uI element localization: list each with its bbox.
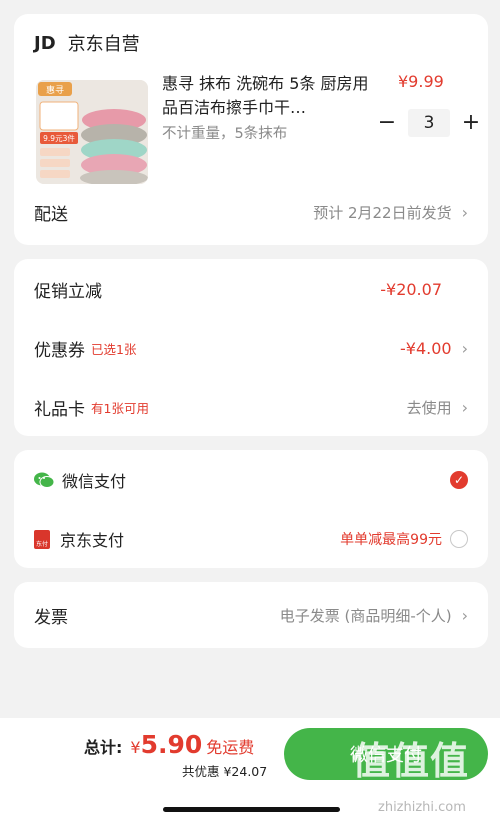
product-price: ¥9.99: [398, 72, 444, 91]
total-line: 总计: ¥ 5.90 免运费: [84, 730, 254, 759]
invoice-row[interactable]: 发票 电子发票 (商品明细-个人) ›: [34, 603, 468, 628]
selected-check-icon[interactable]: ✓: [450, 471, 468, 489]
quantity-input[interactable]: 3: [408, 109, 450, 137]
product-title[interactable]: 惠寻 抹布 洗碗布 5条 厨房用品百洁布擦手巾干…: [162, 72, 370, 120]
invoice-label: 发票: [34, 608, 68, 628]
total-saved: 共优惠 ¥24.07: [182, 764, 268, 779]
chevron-right-icon: ›: [461, 398, 468, 417]
jd-pay-option[interactable]: 东付 京东支付 单单减最高99元: [34, 527, 468, 551]
jd-logo: JD: [34, 32, 56, 54]
towel-stack-image: 惠寻 9.9元3件: [36, 80, 148, 184]
giftcard-label: 礼品卡: [34, 400, 85, 420]
product-spec[interactable]: 不计重量，5条抹布: [162, 122, 287, 143]
delivery-row[interactable]: 配送 预计 2月22日前发货 ›: [34, 200, 468, 225]
promo-discount-row: 促销立减 -¥20.07: [34, 277, 468, 302]
wechat-icon: [34, 472, 54, 488]
chevron-right-icon: ›: [461, 606, 468, 625]
jd-pay-icon: 东付: [34, 529, 50, 549]
image-brand-text: 惠寻: [46, 84, 64, 96]
total-currency: ¥: [130, 738, 141, 757]
wechat-pay-option[interactable]: 微信支付 ✓: [34, 468, 468, 492]
total-label: 总计:: [84, 738, 123, 757]
promo-discount-value: -¥20.07: [380, 280, 442, 299]
coupon-tag: 已选1张: [91, 342, 137, 357]
coupon-label: 优惠券: [34, 341, 85, 361]
wechat-pay-label: 微信支付: [62, 472, 127, 491]
store-header[interactable]: JD 京东自营: [34, 30, 468, 56]
discounts-card: 促销立减 -¥20.07 优惠券 已选1张 -¥4.00 › 礼品卡 有1张可用…: [14, 259, 488, 436]
promo-discount-label: 促销立减: [34, 282, 102, 302]
delivery-label: 配送: [34, 205, 68, 225]
giftcard-row[interactable]: 礼品卡 有1张可用 去使用 ›: [34, 395, 468, 420]
payment-card: 微信支付 ✓ 东付 京东支付 单单减最高99元: [14, 450, 488, 568]
chevron-right-icon: ›: [461, 203, 468, 222]
checkout-bar: 总计: ¥ 5.90 免运费 共优惠 ¥24.07 微信支付 值值值 zhizh…: [0, 718, 500, 823]
quantity-minus-button[interactable]: −: [376, 112, 398, 134]
invoice-value: 电子发票 (商品明细-个人): [279, 607, 452, 625]
giftcard-tag: 有1张可用: [91, 401, 149, 416]
coupon-row[interactable]: 优惠券 已选1张 -¥4.00 ›: [34, 336, 468, 361]
delivery-value: 预计 2月22日前发货: [313, 204, 452, 222]
shipping-label: 免运费: [206, 738, 255, 757]
product-image[interactable]: 惠寻 9.9元3件: [36, 80, 148, 184]
jd-pay-icon-text: 东付: [35, 540, 48, 548]
image-promo-text: 9.9元3件: [43, 133, 75, 143]
giftcard-value: 去使用: [406, 399, 452, 417]
home-indicator: [163, 807, 340, 812]
total-amount: 5.90: [140, 730, 203, 759]
watermark-brand: 值值值: [352, 739, 470, 783]
coupon-value: -¥4.00: [400, 339, 452, 358]
quantity-plus-button[interactable]: +: [460, 112, 482, 134]
unselected-radio-icon[interactable]: [450, 530, 468, 548]
invoice-card[interactable]: 发票 电子发票 (商品明细-个人) ›: [14, 582, 488, 648]
chevron-right-icon: ›: [461, 339, 468, 358]
jd-pay-promo: 单单减最高99元: [340, 532, 442, 548]
jd-pay-label: 京东支付: [60, 531, 125, 550]
product-card: JD 京东自营 惠寻 9.9元3件 惠寻 抹布 洗碗布 5条 厨房用品百洁布擦手…: [14, 14, 488, 245]
quantity-stepper: − 3 +: [376, 109, 482, 137]
store-name: 京东自营: [67, 34, 140, 55]
watermark-url: zhizhizhi.com: [378, 800, 466, 815]
